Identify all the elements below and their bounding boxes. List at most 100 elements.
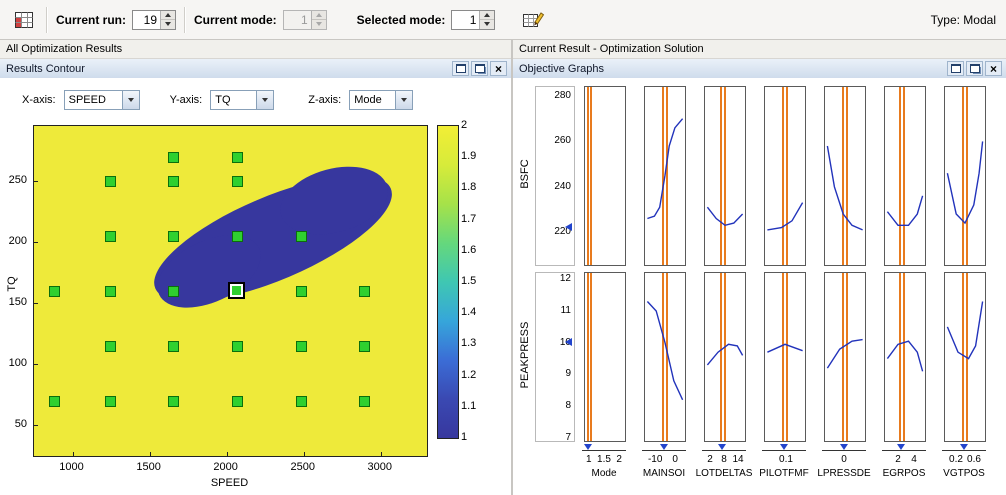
objective-subplot (884, 86, 926, 266)
contour-plot[interactable] (33, 125, 428, 457)
run-marker[interactable] (49, 396, 61, 407)
panel-title: All Optimization Results (0, 40, 511, 59)
spin-down-button[interactable] (480, 20, 495, 29)
objective-axis-title: BSFC (519, 159, 531, 189)
selected-mode-label: Selected mode: (356, 12, 446, 27)
slider-marker[interactable] (584, 444, 592, 450)
variable-name-label: LPRESSDE (817, 468, 871, 479)
variable-name-label: EGRPOS (882, 468, 926, 479)
y-tick-label: 11 (560, 305, 571, 317)
run-marker[interactable] (295, 231, 307, 242)
colorbar-tick-label: 1.1 (461, 399, 477, 412)
undock-icon[interactable] (471, 61, 488, 76)
slider-marker[interactable] (896, 444, 905, 450)
dock-icon[interactable] (947, 61, 964, 76)
spin-up-button[interactable] (480, 10, 495, 20)
toolbar-separator (46, 6, 48, 33)
free-variable-slider[interactable] (942, 450, 986, 451)
run-marker[interactable] (295, 286, 307, 297)
results-view-icon[interactable] (10, 6, 38, 34)
run-marker[interactable] (167, 286, 179, 297)
run-marker[interactable] (167, 341, 179, 352)
objective-subplot (944, 272, 986, 442)
run-marker[interactable] (232, 341, 244, 352)
run-marker[interactable] (104, 341, 116, 352)
y-tick-label: 100 (8, 357, 27, 370)
window-glyph (950, 64, 961, 73)
toolbar-separator (184, 6, 186, 33)
x-tick-label: 8 (721, 454, 727, 465)
free-variable-slider[interactable] (702, 450, 746, 451)
slider-marker[interactable] (718, 444, 726, 450)
close-icon[interactable]: × (985, 61, 1002, 76)
free-variable-slider[interactable] (582, 450, 626, 451)
free-variable-slider[interactable] (642, 450, 686, 451)
slider-marker[interactable] (840, 444, 848, 450)
run-marker[interactable] (167, 396, 179, 407)
objective-curve (826, 338, 863, 369)
x-tick-label: 2500 (290, 461, 315, 473)
run-marker[interactable] (358, 396, 370, 407)
free-variable-slider[interactable] (822, 450, 866, 451)
toolbar: Current run: 19 Current mode: 1 Selected… (0, 0, 1006, 40)
window-glyph (969, 64, 980, 73)
results-contour-content: X-axis: SPEED Y-axis: TQ Z-axis: Mode SP… (0, 78, 511, 495)
accept-solution-icon[interactable] (519, 6, 547, 34)
current-value-line (590, 87, 592, 265)
objective-curve (886, 340, 924, 372)
slider-marker[interactable] (660, 444, 668, 450)
cage-optimization-window: Current run: 19 Current mode: 1 Selected… (0, 0, 1006, 495)
window-glyph (455, 64, 466, 73)
run-marker[interactable] (167, 151, 179, 163)
run-marker[interactable] (358, 286, 370, 297)
y-tick-label: 50 (14, 418, 27, 431)
selected-run-marker[interactable] (228, 282, 246, 299)
selected-mode-value[interactable]: 1 (452, 11, 479, 29)
x-tick-label: 1000 (59, 461, 84, 473)
run-marker[interactable] (104, 176, 116, 187)
run-marker[interactable] (167, 176, 179, 187)
slider-marker[interactable] (780, 444, 788, 450)
objective-curve (706, 206, 744, 227)
run-marker[interactable] (295, 341, 307, 352)
undock-icon[interactable] (966, 61, 983, 76)
free-variable-slider[interactable] (882, 450, 926, 451)
run-marker[interactable] (232, 176, 244, 187)
y-tick-label: 260 (554, 135, 571, 147)
x-axis-title: SPEED (210, 477, 249, 489)
run-marker[interactable] (104, 231, 116, 242)
spin-up-button[interactable] (161, 10, 175, 20)
close-icon[interactable]: × (490, 61, 507, 76)
current-run-label: Current run: (56, 12, 126, 27)
objective-y-axis: 7 8 9 10 11 12 (535, 272, 575, 443)
run-marker[interactable] (49, 286, 61, 297)
selected-mode-spinner[interactable]: 1 (451, 9, 496, 30)
colorbar-tick-label: 1.7 (461, 212, 477, 225)
x-tick-mark (149, 452, 151, 456)
x-tick-label: 2 (616, 454, 622, 465)
current-run-spinner[interactable]: 19 (132, 9, 176, 30)
run-marker[interactable] (295, 396, 307, 407)
run-marker[interactable] (104, 286, 116, 297)
colorbar-tick-label: 1.5 (461, 275, 477, 287)
current-mode-label: Current mode: (194, 12, 277, 27)
x-tick-mark (226, 452, 228, 456)
slider-marker[interactable] (960, 444, 968, 450)
run-marker[interactable] (232, 396, 244, 407)
objective-curve (826, 145, 863, 231)
colorbar-tick-label: 1 (461, 431, 468, 443)
objective-value-marker (565, 337, 572, 346)
run-marker[interactable] (104, 396, 116, 407)
objective-subplot (824, 272, 866, 442)
variable-name-label: Mode (591, 468, 617, 479)
free-variable-slider[interactable] (762, 450, 806, 451)
run-marker[interactable] (232, 151, 244, 163)
y-tick-label: 12 (559, 273, 571, 285)
spin-down-button[interactable] (161, 20, 175, 29)
run-marker[interactable] (358, 341, 370, 352)
run-marker[interactable] (167, 231, 179, 242)
dock-icon[interactable] (452, 61, 469, 76)
run-marker[interactable] (232, 231, 244, 242)
current-run-value[interactable]: 19 (133, 11, 160, 29)
contour-plot-region: SPEED TQ 1000 1500 2000 2500 3000 50 100 150 200… (0, 78, 511, 495)
